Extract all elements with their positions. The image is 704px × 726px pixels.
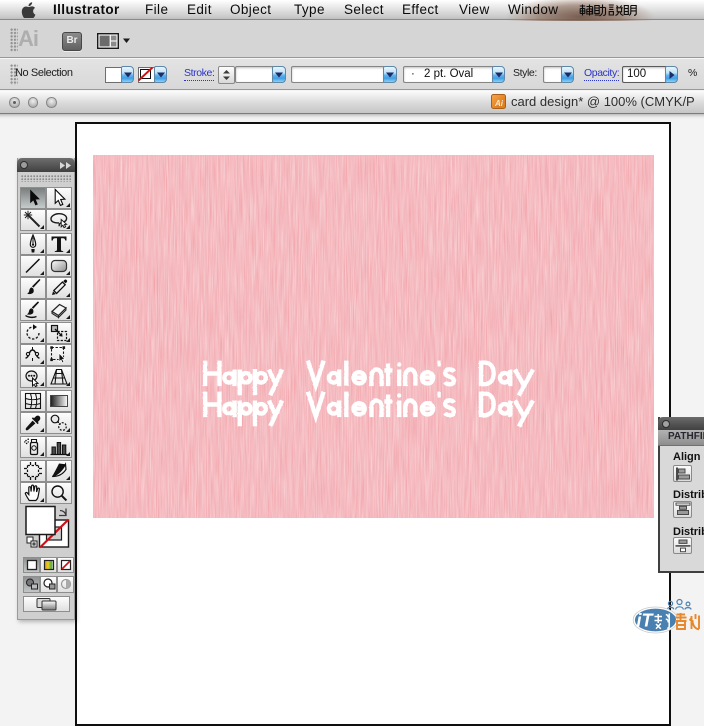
svg-text:iT: iT (637, 611, 655, 631)
